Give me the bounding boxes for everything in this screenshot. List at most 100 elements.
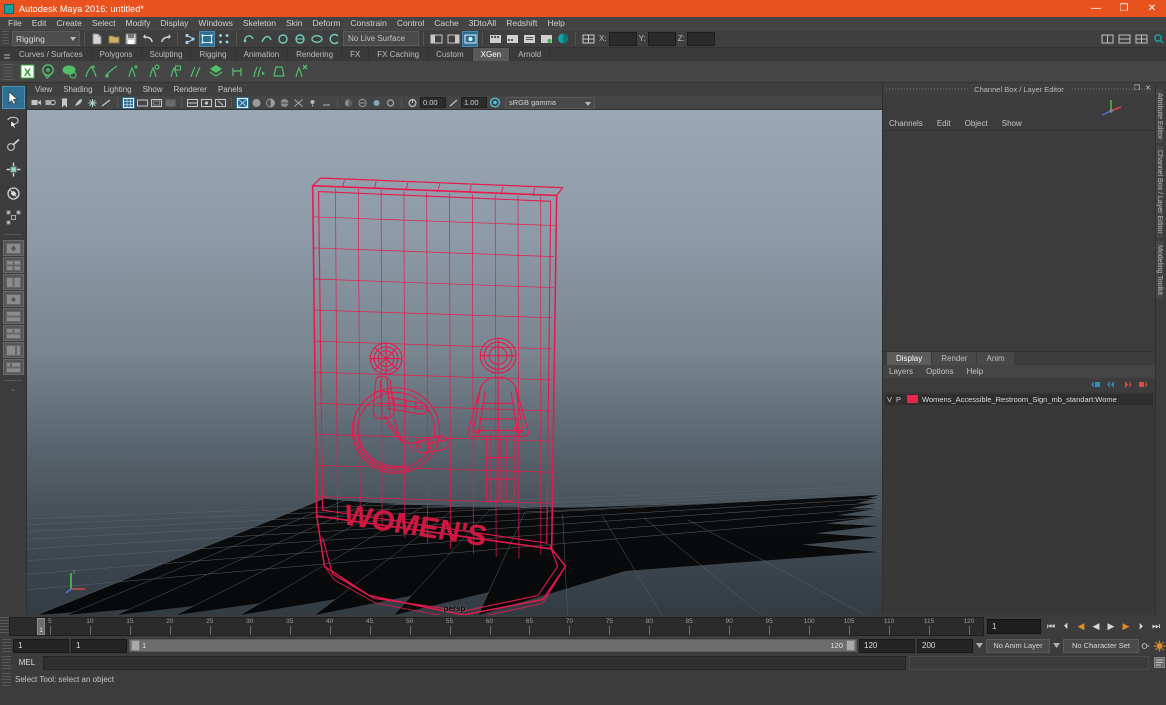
menu-item-constrain[interactable]: Constrain bbox=[345, 17, 391, 29]
layout-preset-1-icon[interactable] bbox=[1099, 31, 1115, 47]
shelf-tab-xgen[interactable]: XGen bbox=[472, 48, 511, 61]
range-end-field[interactable]: 120 bbox=[859, 638, 915, 653]
menu-item-display[interactable]: Display bbox=[156, 17, 194, 29]
menu-item-file[interactable]: File bbox=[3, 17, 27, 29]
current-time-indicator[interactable]: 1 bbox=[37, 617, 45, 635]
channel-box-menu-object[interactable]: Object bbox=[965, 119, 988, 128]
statusline-grip[interactable] bbox=[2, 31, 9, 46]
xray-icon[interactable] bbox=[186, 97, 199, 109]
live-surface-field[interactable]: No Live Surface bbox=[343, 31, 419, 46]
layer-visibility-toggle[interactable]: V bbox=[887, 395, 896, 404]
channel-box-menu-edit[interactable]: Edit bbox=[937, 119, 951, 128]
range-start-field[interactable]: 1 bbox=[71, 638, 127, 653]
xgen-add-collection-icon[interactable] bbox=[80, 62, 100, 81]
menuset-dropdown[interactable]: Rigging bbox=[12, 31, 80, 46]
layer-editor-menu-options[interactable]: Options bbox=[926, 367, 954, 376]
step-forward-key-button[interactable]: ▶ bbox=[1120, 619, 1132, 633]
xgen-description-icon[interactable] bbox=[59, 62, 79, 81]
menu-item-select[interactable]: Select bbox=[87, 17, 121, 29]
animation-preferences-icon[interactable] bbox=[1152, 639, 1166, 653]
close-button[interactable]: ✕ bbox=[1138, 0, 1166, 17]
channel-box-content[interactable] bbox=[883, 131, 1155, 352]
open-scene-icon[interactable] bbox=[106, 31, 122, 47]
color-management-icon[interactable] bbox=[488, 97, 501, 109]
paint-select-tool[interactable] bbox=[2, 134, 25, 157]
help-search-icon[interactable] bbox=[1150, 31, 1166, 47]
shelf-tab-sculpting[interactable]: Sculpting bbox=[141, 48, 192, 61]
layout-preset-2-icon[interactable] bbox=[1116, 31, 1132, 47]
layout-persp-graph[interactable] bbox=[2, 308, 24, 324]
time-slider-grip[interactable] bbox=[0, 617, 9, 635]
undock-icon[interactable]: ❐ bbox=[1134, 84, 1140, 92]
script-language-label[interactable]: MEL bbox=[14, 656, 40, 670]
command-line-grip[interactable] bbox=[2, 655, 11, 670]
close-icon[interactable]: ✕ bbox=[1145, 84, 1151, 92]
shelf-tab-curves-surfaces[interactable]: Curves / Surfaces bbox=[11, 48, 92, 61]
resolution-gate-icon[interactable] bbox=[150, 97, 163, 109]
side-tab-channel-box-layer-editor[interactable]: Channel Box / Layer Editor bbox=[1156, 146, 1163, 238]
channel-box-menu-channels[interactable]: Channels bbox=[889, 119, 923, 128]
xgen-preview-icon[interactable] bbox=[38, 62, 58, 81]
help-line-grip[interactable] bbox=[2, 672, 11, 686]
character-set-dropdown[interactable]: No Character Set bbox=[1063, 638, 1139, 653]
lasso-select-tool[interactable] bbox=[2, 110, 25, 133]
render-settings-icon[interactable] bbox=[521, 31, 537, 47]
snap-projected-icon[interactable] bbox=[292, 31, 308, 47]
animation-start-field[interactable]: 1 bbox=[13, 638, 69, 653]
select-by-object-icon[interactable] bbox=[199, 30, 215, 47]
view-cube-area[interactable] bbox=[883, 95, 1155, 117]
snap-grid-icon[interactable] bbox=[241, 31, 257, 47]
wireframe-on-shaded-icon[interactable] bbox=[278, 97, 291, 109]
play-backwards-button[interactable]: ◀ bbox=[1090, 619, 1102, 633]
xgen-select-guide-icon[interactable] bbox=[143, 62, 163, 81]
save-scene-icon[interactable] bbox=[123, 31, 139, 47]
x-field[interactable] bbox=[608, 31, 637, 46]
time-slider-track[interactable]: 1 5 10 15 20 25 30 35 40 45 50 55 60 65 70 75 80 85 90 95 1… bbox=[9, 616, 984, 636]
shelf-tab-fx-caching[interactable]: FX Caching bbox=[369, 48, 429, 61]
grid-toggle-icon[interactable] bbox=[100, 97, 113, 109]
shelf-tab-fx[interactable]: FX bbox=[342, 48, 370, 61]
bookmark-icon[interactable] bbox=[58, 97, 71, 109]
lighting-toggle-icon[interactable] bbox=[306, 97, 319, 109]
ipr-render-icon[interactable] bbox=[504, 31, 520, 47]
shelf-tab-animation[interactable]: Animation bbox=[235, 48, 289, 61]
show-editor-left-icon[interactable] bbox=[428, 31, 444, 47]
camera-attributes-icon[interactable] bbox=[44, 97, 57, 109]
rotate-tool[interactable] bbox=[2, 182, 25, 205]
y-field[interactable] bbox=[647, 31, 676, 46]
shelf-tab-polygons[interactable]: Polygons bbox=[91, 48, 142, 61]
layer-editor-tab-display[interactable]: Display bbox=[887, 351, 932, 365]
step-back-key-button[interactable]: ◀ bbox=[1075, 619, 1087, 633]
menu-item-modify[interactable]: Modify bbox=[121, 17, 156, 29]
snap-view-plane-icon[interactable] bbox=[309, 31, 325, 47]
layer-editor-menu-help[interactable]: Help bbox=[967, 367, 983, 376]
xgen-lock-guide-icon[interactable] bbox=[164, 62, 184, 81]
redo-icon[interactable] bbox=[157, 31, 173, 47]
layer-row[interactable]: V P Womens_Accessible_Restroom_Sign_mb_sta… bbox=[885, 393, 1153, 405]
wireframe-shading-icon[interactable] bbox=[236, 96, 249, 109]
two-sided-lighting-icon[interactable] bbox=[86, 97, 99, 109]
make-live-icon[interactable] bbox=[326, 31, 342, 47]
color-space-dropdown[interactable]: sRGB gamma bbox=[505, 96, 595, 109]
hypershade-icon[interactable] bbox=[538, 31, 554, 47]
animation-end-field[interactable]: 200 bbox=[917, 638, 973, 653]
shelf-tab-custom[interactable]: Custom bbox=[428, 48, 473, 61]
layout-persp-uv[interactable] bbox=[2, 342, 24, 358]
shelf-grip[interactable] bbox=[2, 48, 11, 61]
layer-color-swatch[interactable] bbox=[907, 395, 918, 403]
anim-layer-chevron-icon[interactable] bbox=[975, 639, 984, 653]
layer-move-right-icon[interactable] bbox=[1138, 380, 1149, 389]
shelf-row-grip[interactable] bbox=[3, 63, 13, 80]
undo-icon[interactable] bbox=[140, 31, 156, 47]
menu-item-create[interactable]: Create bbox=[51, 17, 87, 29]
menu-item-windows[interactable]: Windows bbox=[193, 17, 237, 29]
play-forwards-button[interactable]: ▶ bbox=[1105, 619, 1117, 633]
menu-item-edit[interactable]: Edit bbox=[27, 17, 52, 29]
xgen-logo-icon[interactable]: X bbox=[17, 62, 37, 81]
command-output[interactable] bbox=[909, 655, 1149, 670]
menu-item-skin[interactable]: Skin bbox=[281, 17, 308, 29]
shadows-toggle-icon[interactable] bbox=[320, 97, 333, 109]
script-editor-icon[interactable] bbox=[1152, 656, 1166, 670]
toggle-fields-icon[interactable] bbox=[580, 31, 596, 47]
layer-move-left-icon[interactable] bbox=[1090, 380, 1101, 389]
